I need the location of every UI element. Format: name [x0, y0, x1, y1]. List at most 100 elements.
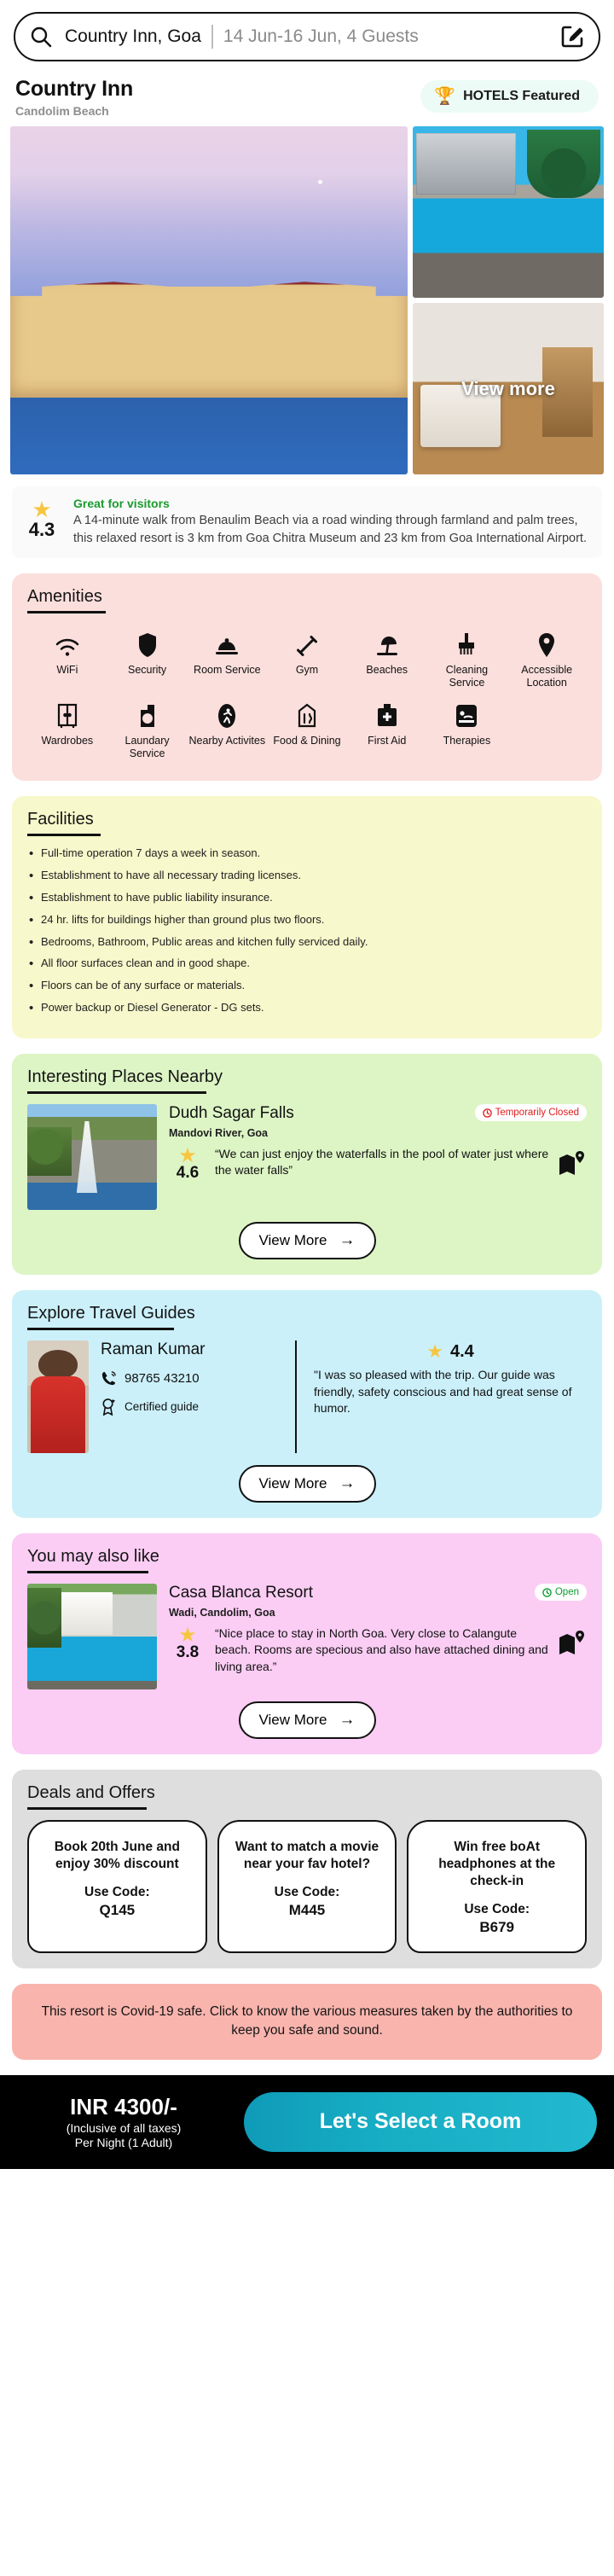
amenity-wifi[interactable]: WiFi	[27, 624, 107, 695]
guide-phone: 98765 43210	[125, 1371, 200, 1387]
place-name: Dudh Sagar Falls	[169, 1104, 294, 1123]
amenity-label: Nearby Activites	[188, 735, 266, 747]
gallery-thumb-pool[interactable]	[413, 126, 604, 298]
deals-title-underline	[27, 1807, 147, 1811]
deal-card[interactable]: Want to match a movie near your fav hote…	[217, 1820, 397, 1953]
guide-card[interactable]: Raman Kumar 98765 43210 Certified guide …	[27, 1340, 587, 1454]
hotel-title-block: Country Inn Candolim Beach	[15, 77, 133, 118]
rating-score: 4.3	[28, 519, 55, 540]
facility-item: Power backup or Diesel Generator - DG se…	[27, 1000, 587, 1016]
select-room-button[interactable]: Let's Select a Room	[244, 2091, 597, 2152]
hotel-location-subtitle: Candolim Beach	[15, 104, 109, 118]
amenity-cleaning-service[interactable]: Cleaning Service	[427, 624, 507, 695]
deal-text: Book 20th June and enjoy 30% discount	[54, 1840, 180, 1871]
place-rating-score: 4.6	[176, 1164, 200, 1183]
clock-icon	[542, 1587, 552, 1597]
hotel-header: Casa Blanca Resort Wadi, Candolim, Goa O…	[169, 1584, 587, 1619]
you-may-also-like-section: You may also like Casa Blanca Resort Wad…	[12, 1533, 602, 1755]
place-review-quote: “We can just enjoy the waterfalls in the…	[215, 1147, 549, 1178]
deals-and-offers-section: Deals and Offers Book 20th June and enjo…	[12, 1770, 602, 1968]
rating-text-block: Great for visitors A 14-minute walk from…	[73, 497, 592, 548]
amenity-label: Gym	[295, 664, 319, 677]
amenity-room-service[interactable]: Room Service	[187, 624, 267, 695]
trophy-icon: 🏆	[434, 87, 456, 106]
facility-item: All floor surfaces clean and in good sha…	[27, 956, 587, 972]
amenity-spacer	[507, 695, 587, 765]
beach-umbrella-icon	[374, 632, 400, 658]
amenities-section: Amenities WiFi Security Room Service Gym…	[12, 573, 602, 782]
clock-icon	[482, 1108, 492, 1118]
facility-item: Full-time operation 7 days a week in sea…	[27, 846, 587, 862]
search-bar[interactable]: Country Inn, Goa 14 Jun-16 Jun, 4 Guests	[14, 12, 600, 61]
status-badge-label: Open	[554, 1587, 579, 1598]
search-query-text[interactable]: Country Inn, Goa	[65, 26, 201, 47]
deal-text: Want to match a movie near your fav hote…	[235, 1840, 379, 1871]
amenity-label: Security	[128, 664, 167, 677]
amenity-label: Cleaning Service	[445, 664, 489, 689]
hotel-thumbnail[interactable]	[27, 1584, 157, 1690]
facilities-list: Full-time operation 7 days a week in sea…	[27, 846, 587, 1017]
gallery-main-image[interactable]	[10, 126, 408, 474]
amenities-grid: WiFi Security Room Service Gym Beaches C…	[27, 624, 587, 765]
location-pin-icon	[537, 632, 556, 658]
facility-item: Bedrooms, Bathroom, Public areas and kit…	[27, 934, 587, 951]
hotel-rating-block: ★ 3.8	[169, 1625, 206, 1662]
running-person-icon	[217, 703, 237, 729]
search-dates-guests-text[interactable]: 14 Jun-16 Jun, 4 Guests	[223, 26, 559, 47]
featured-badge-label: HOTELS Featured	[463, 89, 580, 103]
amenity-wardrobes[interactable]: Wardrobes	[27, 695, 107, 765]
gallery-thumb-room[interactable]: View more	[413, 303, 604, 474]
amenity-label: First Aid	[368, 735, 407, 747]
interesting-places-section: Interesting Places Nearby Dudh Sagar Fal…	[12, 1054, 602, 1276]
amenities-row-2: Wardrobes Laundary Service Nearby Activi…	[27, 695, 587, 765]
place-card[interactable]: Dudh Sagar Falls Mandovi River, Goa Temp…	[27, 1104, 587, 1211]
amenity-security[interactable]: Security	[107, 624, 188, 695]
suggested-hotel-card[interactable]: Casa Blanca Resort Wadi, Candolim, Goa O…	[27, 1584, 587, 1690]
laundry-icon	[137, 703, 158, 729]
arrow-right-icon: →	[339, 1711, 356, 1730]
wardrobe-icon	[56, 703, 78, 729]
button-label: View More	[258, 1232, 327, 1249]
gallery-view-more-label[interactable]: View more	[413, 303, 604, 474]
deal-code: M445	[288, 1901, 326, 1918]
featured-badge: 🏆 HOTELS Featured	[420, 80, 599, 113]
hotel-name-block: Casa Blanca Resort Wadi, Candolim, Goa	[169, 1584, 313, 1619]
guide-review-quote: "I was so pleased with the trip. Our gui…	[314, 1368, 572, 1416]
rating-score-block: ★ 4.3	[19, 497, 65, 541]
status-badge: Temporarily Closed	[474, 1104, 587, 1122]
amenity-laundry-service[interactable]: Laundary Service	[107, 695, 188, 765]
arrow-right-icon: →	[339, 1231, 356, 1250]
button-label: View More	[258, 1712, 327, 1729]
amenity-therapies[interactable]: Therapies	[427, 695, 507, 765]
places-view-more-button[interactable]: View More →	[238, 1222, 376, 1260]
suggested-hotel-rating: 3.8	[176, 1643, 200, 1662]
guides-view-more-button[interactable]: View More →	[238, 1465, 376, 1503]
amenity-nearby-activites[interactable]: Nearby Activites	[187, 695, 267, 765]
map-pin-icon[interactable]	[558, 1625, 587, 1662]
guide-phone-row[interactable]: 98765 43210	[101, 1370, 278, 1387]
rating-description: A 14-minute walk from Benaulim Beach via…	[73, 514, 587, 546]
edit-square-icon[interactable]	[559, 24, 585, 49]
deal-card[interactable]: Win free boAt headphones at the check-in…	[407, 1820, 588, 1953]
amenities-title-underline	[27, 611, 106, 614]
covid-safety-banner[interactable]: This resort is Covid-19 safe. Click to k…	[12, 1983, 602, 2060]
place-thumbnail[interactable]	[27, 1104, 157, 1211]
guide-rating-score: 4.4	[449, 1341, 474, 1361]
amenity-label: Room Service	[194, 664, 261, 677]
room-service-icon	[213, 632, 240, 658]
map-pin-icon[interactable]	[558, 1146, 587, 1183]
facilities-title: Facilities	[27, 810, 94, 829]
deal-card[interactable]: Book 20th June and enjoy 30% discount Us…	[27, 1820, 207, 1953]
amenity-first-aid[interactable]: First Aid	[347, 695, 427, 765]
guide-rating-block: ★ 4.4	[314, 1340, 587, 1363]
place-header: Dudh Sagar Falls Mandovi River, Goa Temp…	[169, 1104, 587, 1139]
places-title: Interesting Places Nearby	[27, 1067, 223, 1087]
place-location: Mandovi River, Goa	[169, 1127, 269, 1140]
photo-gallery: View more	[0, 123, 614, 474]
amenity-food-dining[interactable]: Food & Dining	[267, 695, 347, 765]
amenity-gym[interactable]: Gym	[267, 624, 347, 695]
suggested-hotel-name: Casa Blanca Resort	[169, 1584, 313, 1602]
amenity-accessible-location[interactable]: Accessible Location	[507, 624, 587, 695]
like-view-more-button[interactable]: View More →	[238, 1701, 376, 1740]
amenity-beaches[interactable]: Beaches	[347, 624, 427, 695]
